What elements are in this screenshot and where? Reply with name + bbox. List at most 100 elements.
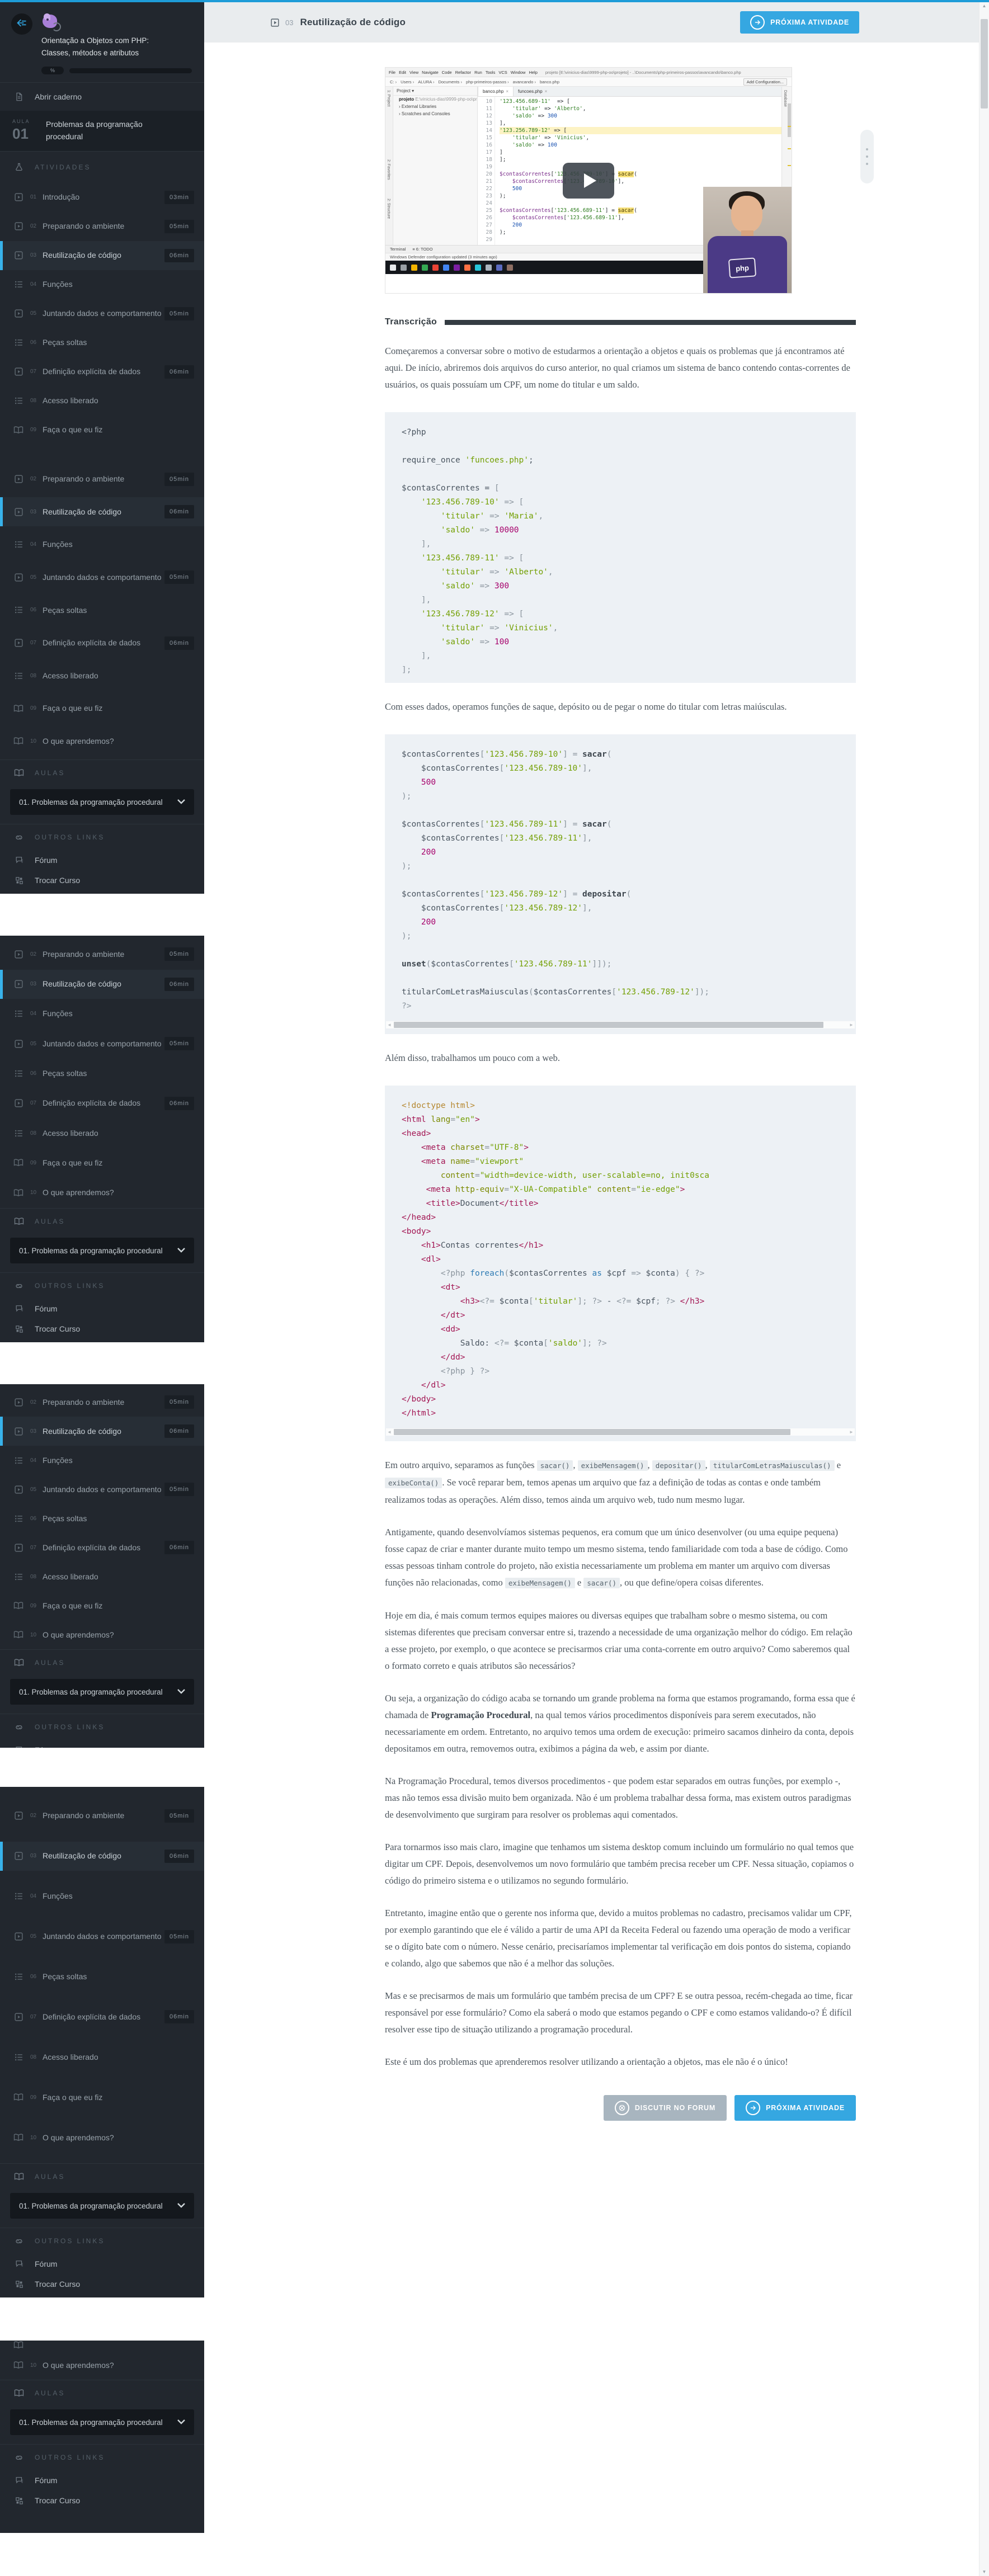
next-activity-button[interactable]: PRÓXIMA ATIVIDADE <box>740 11 859 34</box>
sidebar-item-08[interactable]: 08Acesso liberado <box>0 1119 204 1148</box>
sidebar-item-08[interactable]: 08Acesso liberado <box>0 386 204 416</box>
taskbar-icon[interactable] <box>464 265 470 271</box>
sidebar-item-10[interactable]: 10O que aprendemos? <box>0 1620 204 1649</box>
editor-tab[interactable]: funcoes.php× <box>514 87 552 96</box>
sidebar-item-06[interactable]: 06Peças soltas <box>0 1059 204 1088</box>
sidebar-item-forum[interactable]: Fórum <box>0 2470 204 2490</box>
sidebar-item-09[interactable]: 09Faça o que eu fiz <box>0 1148 204 1177</box>
scroll-up-arrow[interactable]: ▲ <box>979 2 989 10</box>
taskbar-icon[interactable] <box>486 265 492 271</box>
sidebar-item-10[interactable]: 10O que aprendemos? <box>0 2351 204 2380</box>
sidebar-item-07[interactable]: 07Definição explícita de dados06min <box>0 1533 204 1562</box>
horizontal-scrollbar[interactable]: ◄► <box>386 1428 855 1436</box>
sidebar-item-05[interactable]: 05Juntando dados e comportamento05min <box>0 563 204 592</box>
sidebar-item-01[interactable]: 01Introdução03min <box>0 183 204 212</box>
horizontal-scrollbar[interactable]: ◄► <box>386 1021 855 1028</box>
scroll-right-arrow[interactable]: ► <box>848 1428 855 1436</box>
scroll-down-arrow[interactable]: ▼ <box>979 2568 989 2576</box>
scroll-left-arrow[interactable]: ◄ <box>386 1021 393 1028</box>
sidebar-item-03[interactable]: 03Reutilização de código06min <box>0 1842 204 1871</box>
sidebar-item-08[interactable]: 08Acesso liberado <box>0 1562 204 1591</box>
sidebar-item-06[interactable]: 06Peças soltas <box>0 1504 204 1533</box>
sidebar-item-07[interactable]: 07Definição explícita de dados06min <box>0 629 204 658</box>
code-seg: ]; <box>402 666 411 674</box>
lesson-dropdown[interactable]: 01. Problemas da programação procedural <box>10 1238 194 1263</box>
sidebar-item-forum[interactable]: Fórum <box>0 850 204 870</box>
sidebar-item-10[interactable]: 10O que aprendemos? <box>0 1178 204 1207</box>
sidebar-item-03[interactable]: 03Reutilização de código06min <box>0 497 204 526</box>
sidebar-item-04[interactable]: 04Funções <box>0 1882 204 1911</box>
next-activity-bottom-button[interactable]: PRÓXIMA ATIVIDADE <box>734 2095 856 2121</box>
sidebar-item-06[interactable]: 06Peças soltas <box>0 328 204 357</box>
lesson-dropdown[interactable]: 01. Problemas da programação procedural <box>10 1679 194 1705</box>
taskbar-icon[interactable] <box>496 265 502 271</box>
sidebar-item-switch-course[interactable]: Trocar Curso <box>0 2274 204 2294</box>
sidebar-item-04[interactable]: 04Funções <box>0 999 204 1028</box>
lesson-dropdown[interactable]: 01. Problemas da programação procedural <box>10 2409 194 2435</box>
sidebar-item-switch-course[interactable]: Trocar Curso <box>0 1319 204 1339</box>
sidebar-item-09[interactable]: 09Faça o que eu fiz <box>0 416 204 445</box>
scroll-left-arrow[interactable]: ◄ <box>386 1428 393 1436</box>
sidebar-item-02[interactable]: 02Preparando o ambiente05min <box>0 465 204 494</box>
sidebar-item-forum[interactable]: Fórum <box>0 1299 204 1319</box>
sidebar-item-09[interactable]: 09Faça o que eu fiz <box>0 694 204 723</box>
lesson-dropdown[interactable]: 01. Problemas da programação procedural <box>10 2193 194 2219</box>
lesson-video-player[interactable]: FileEditViewNavigateCodeRefactorRunTools… <box>385 67 792 294</box>
taskbar-icon[interactable] <box>507 265 513 271</box>
taskbar-icon[interactable] <box>432 265 439 271</box>
sidebar-item-07[interactable]: 07Definição explícita de dados06min <box>0 1089 204 1118</box>
sidebar-item-09[interactable]: 09Faça o que eu fiz <box>0 2083 204 2112</box>
ide-left-strip: 1: Project2: Favorites2: Structure <box>385 87 393 245</box>
floating-options-handle[interactable] <box>860 130 874 183</box>
sidebar-item-02[interactable]: 02Preparando o ambiente05min <box>0 1388 204 1417</box>
sidebar-item-forum[interactable]: Fórum <box>0 2254 204 2274</box>
editor-tab[interactable]: banco.php× <box>478 87 514 96</box>
taskbar-icon[interactable] <box>443 265 449 271</box>
taskbar-icon[interactable] <box>411 265 417 271</box>
discuss-forum-button[interactable]: DISCUTIR NO FORUM <box>604 2095 727 2121</box>
sidebar-item-05[interactable]: 05Juntando dados e comportamento05min <box>0 1922 204 1951</box>
sidebar-item-10[interactable]: 10O que aprendemos? <box>0 726 204 756</box>
open-notebook-button[interactable]: Abrir caderno <box>0 83 204 111</box>
sidebar-item-04[interactable]: 04Funções <box>0 1446 204 1475</box>
taskbar-icon[interactable] <box>454 265 460 271</box>
sidebar-item-02[interactable]: 02Preparando o ambiente05min <box>0 1801 204 1830</box>
sidebar-item-08[interactable]: 08Acesso liberado <box>0 2042 204 2072</box>
sidebar-item-forum[interactable]: Fórum <box>0 1740 204 1748</box>
scrollbar-thumb[interactable] <box>394 1022 823 1028</box>
sidebar-item-03[interactable]: 03Reutilização de código06min <box>0 1417 204 1446</box>
sidebar-item-09[interactable]: 09Faça o que eu fiz <box>0 1591 204 1620</box>
sidebar-item-04[interactable]: 04Funções <box>0 530 204 559</box>
lesson-dropdown[interactable]: 01. Problemas da programação procedural <box>10 789 194 815</box>
scrollbar-thumb[interactable] <box>981 19 988 108</box>
sidebar-item-02[interactable]: 02Preparando o ambiente05min <box>0 212 204 241</box>
sidebar-item-02[interactable]: 02Preparando o ambiente05min <box>0 940 204 969</box>
sidebar-item-06[interactable]: 06Peças soltas <box>0 596 204 625</box>
sidebar-item-05[interactable]: 05Juntando dados e comportamento05min <box>0 1029 204 1058</box>
sidebar-item-04[interactable]: 04Funções <box>0 270 204 299</box>
terminal-item[interactable]: ≡ 6: TODO <box>412 247 432 252</box>
play-button[interactable] <box>563 163 614 199</box>
sidebar-item-08[interactable]: 08Acesso liberado <box>0 661 204 690</box>
taskbar-icon[interactable] <box>401 265 407 271</box>
current-lesson-row[interactable]: AULA01Problemas da programação procedura… <box>0 111 204 150</box>
add-configuration-button[interactable]: Add Configuration... <box>743 78 787 86</box>
taskbar-icon[interactable] <box>422 265 428 271</box>
sidebar-item-switch-course[interactable]: Trocar Curso <box>0 870 204 890</box>
scroll-right-arrow[interactable]: ► <box>848 1021 855 1028</box>
sidebar-item-03[interactable]: 03Reutilização de código06min <box>0 241 204 270</box>
sidebar-item-07[interactable]: 07Definição explícita de dados06min <box>0 2002 204 2031</box>
sidebar-item-06[interactable]: 06Peças soltas <box>0 1962 204 1991</box>
page-scrollbar[interactable]: ▲ ▼ <box>979 2 989 2576</box>
sidebar-item-10[interactable]: 10O que aprendemos? <box>0 2123 204 2152</box>
scrollbar-thumb[interactable] <box>394 1429 790 1435</box>
sidebar-item-05[interactable]: 05Juntando dados e comportamento05min <box>0 1475 204 1504</box>
sidebar-item-07[interactable]: 07Definição explícita de dados06min <box>0 357 204 386</box>
taskbar-icon[interactable] <box>475 265 481 271</box>
sidebar-item-03[interactable]: 03Reutilização de código06min <box>0 970 204 999</box>
sidebar-item-05[interactable]: 05Juntando dados e comportamento05min <box>0 299 204 328</box>
terminal-item[interactable]: Terminal <box>390 247 406 252</box>
sidebar-item-switch-course[interactable]: Trocar Curso <box>0 2490 204 2511</box>
back-button[interactable] <box>11 13 32 35</box>
taskbar-icon[interactable] <box>390 265 396 271</box>
